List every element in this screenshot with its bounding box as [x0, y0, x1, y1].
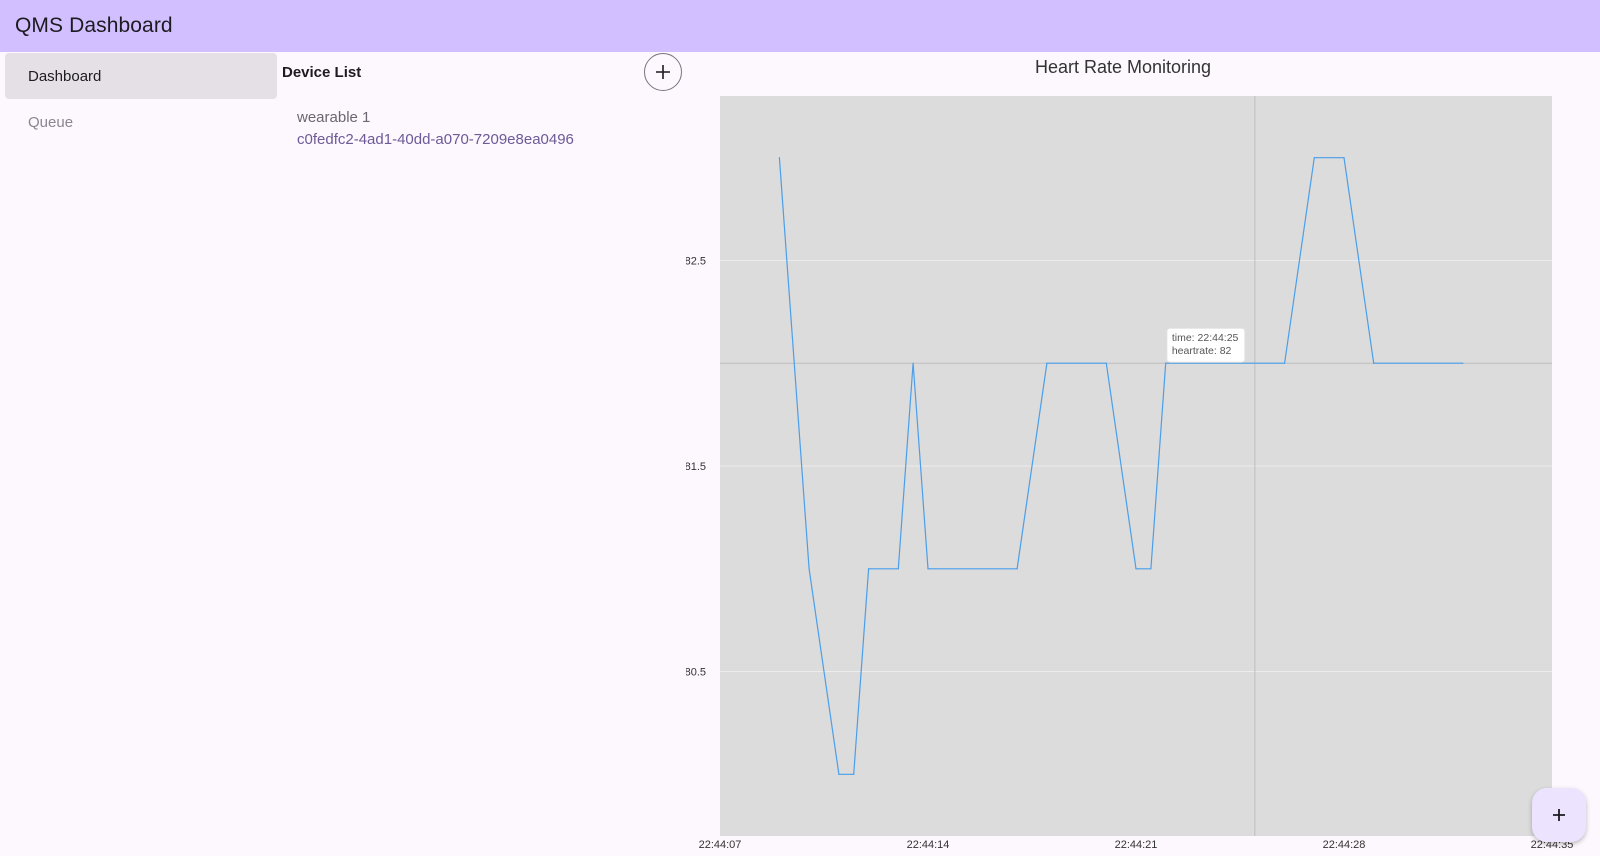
- x-tick-label: 22:44:07: [699, 839, 742, 851]
- nav-item-label: Dashboard: [28, 67, 102, 85]
- data-point: [1016, 568, 1018, 570]
- app-title: QMS Dashboard: [15, 14, 173, 37]
- x-tick-label: 22:44:28: [1323, 839, 1366, 851]
- app-bar: QMS Dashboard: [0, 0, 1600, 52]
- heart-rate-chart-panel: Heart Rate Monitoring 82.5 81.5 80.5 22:44:…: [686, 52, 1600, 856]
- x-tick-label: 22:44:14: [907, 839, 950, 851]
- sidebar-nav: Dashboard Queue: [5, 53, 277, 145]
- data-point: [1165, 362, 1167, 364]
- plus-icon: [1553, 809, 1565, 821]
- data-point: [838, 773, 840, 775]
- heart-rate-chart[interactable]: 82.5 81.5 80.5 22:44:07 22:44:14 22:44:21 22:4…: [686, 52, 1600, 856]
- device-list-item[interactable]: wearable 1 c0fedfc2-4ad1-40dd-a070-7209e…: [282, 107, 682, 151]
- y-tick-label: 81.5: [686, 461, 706, 473]
- data-point: [1313, 157, 1315, 159]
- device-name: wearable 1: [297, 109, 371, 126]
- nav-item-dashboard[interactable]: Dashboard: [5, 53, 277, 99]
- data-point: [897, 568, 899, 570]
- data-point: [853, 773, 855, 775]
- device-list-panel: Device List wearable 1 c0fedfc2-4ad1-40d…: [282, 53, 682, 151]
- data-point: [1373, 362, 1375, 364]
- tooltip-value: heartrate: 82: [1172, 345, 1232, 357]
- add-device-button[interactable]: [644, 53, 682, 91]
- data-point: [778, 157, 781, 159]
- data-point: [1135, 568, 1137, 570]
- data-point: [1105, 362, 1107, 364]
- plus-icon: [656, 65, 670, 79]
- floating-add-button[interactable]: [1532, 788, 1586, 842]
- y-tick-label: 80.5: [686, 667, 706, 679]
- y-tick-label: 82.5: [686, 255, 706, 267]
- data-point: [1150, 568, 1152, 570]
- data-point: [867, 568, 870, 570]
- data-point: [927, 568, 929, 570]
- device-list-title: Device List: [282, 63, 362, 81]
- data-point: [1046, 362, 1048, 364]
- device-id: c0fedfc2-4ad1-40dd-a070-7209e8ea0496: [297, 131, 574, 148]
- nav-item-label: Queue: [28, 113, 74, 131]
- nav-item-queue[interactable]: Queue: [5, 99, 277, 145]
- data-point: [1283, 362, 1286, 364]
- data-point: [1462, 362, 1464, 364]
- data-point: [808, 568, 810, 570]
- tooltip-time: time: 22:44:25: [1172, 332, 1239, 344]
- x-tick-label: 22:44:21: [1115, 839, 1158, 851]
- data-point: [1343, 157, 1345, 159]
- data-point: [912, 362, 914, 364]
